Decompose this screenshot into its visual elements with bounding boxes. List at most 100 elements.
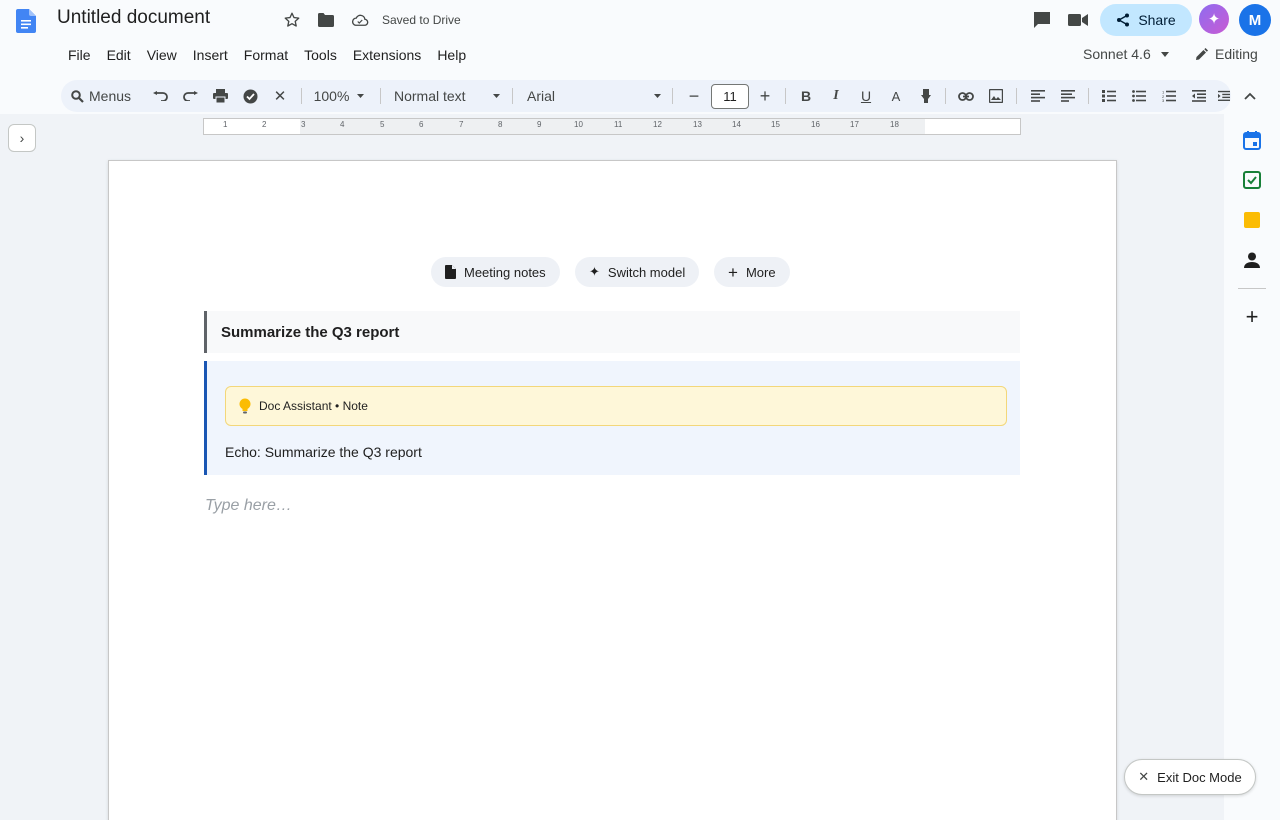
toolbar-divider xyxy=(512,88,513,104)
ruler-margin-area xyxy=(300,119,925,134)
ruler-number: 10 xyxy=(574,120,583,129)
gemini-sparkle-icon[interactable]: ✦ xyxy=(1199,4,1229,34)
print-icon[interactable] xyxy=(209,80,231,112)
bulleted-list-icon[interactable] xyxy=(1128,80,1150,112)
search-menus-button[interactable]: Menus xyxy=(71,80,139,112)
undo-icon[interactable] xyxy=(149,80,171,112)
more-chip[interactable]: + More xyxy=(714,257,790,287)
ruler-number: 15 xyxy=(771,120,780,129)
contacts-icon[interactable] xyxy=(1240,248,1264,272)
ruler-number: 16 xyxy=(811,120,820,129)
saved-status: Saved to Drive xyxy=(382,13,461,27)
menu-edit[interactable]: Edit xyxy=(99,44,139,66)
prompt-text: Summarize the Q3 report xyxy=(221,323,400,341)
toolbar-divider xyxy=(1088,88,1089,104)
meet-video-icon[interactable] xyxy=(1066,8,1090,32)
editing-mode-button[interactable]: Editing xyxy=(1196,46,1258,62)
line-spacing-icon[interactable] xyxy=(1057,80,1079,112)
menu-bar: File Edit View Insert Format Tools Exten… xyxy=(60,44,474,66)
model-selector[interactable]: Sonnet 4.6 xyxy=(1083,46,1169,62)
menu-extensions[interactable]: Extensions xyxy=(345,44,429,66)
increase-font-size-icon[interactable]: + xyxy=(754,80,776,112)
font-family-select[interactable]: Arial xyxy=(527,80,661,112)
input-placeholder[interactable]: Type here… xyxy=(205,497,292,515)
zoom-select[interactable]: 100% xyxy=(309,80,369,112)
assistant-reply-block: Doc Assistant • Note Echo: Summarize the… xyxy=(204,361,1020,475)
share-button[interactable]: Share xyxy=(1100,4,1192,36)
text-color-icon[interactable]: A xyxy=(885,80,907,112)
font-family-value: Arial xyxy=(527,88,556,104)
docs-logo-icon[interactable] xyxy=(16,9,36,33)
switch-model-chip[interactable]: ✦ Switch model xyxy=(575,257,700,287)
redo-icon[interactable] xyxy=(179,80,201,112)
plus-icon: + xyxy=(728,262,738,282)
share-icon xyxy=(1117,13,1130,27)
exit-doc-mode-button[interactable]: ✕ Exit Doc Mode xyxy=(1124,759,1256,795)
caret-down-icon xyxy=(357,94,365,98)
font-size-input[interactable]: 11 xyxy=(711,84,749,109)
menu-tools[interactable]: Tools xyxy=(296,44,345,66)
bold-icon[interactable]: B xyxy=(795,80,817,112)
tasks-icon[interactable] xyxy=(1240,168,1264,192)
menu-view[interactable]: View xyxy=(139,44,185,66)
insert-link-icon[interactable] xyxy=(955,80,977,112)
toolbar-divider xyxy=(945,88,946,104)
note-label: Doc Assistant • Note xyxy=(259,399,368,413)
horizontal-ruler[interactable]: 1 2 3 4 5 6 7 8 9 10 11 12 13 14 15 16 1… xyxy=(203,118,1021,135)
toolbar-divider xyxy=(672,88,673,104)
document-title[interactable]: Untitled document xyxy=(57,7,210,29)
menu-insert[interactable]: Insert xyxy=(185,44,236,66)
ruler-number: 17 xyxy=(850,120,859,129)
decrease-indent-icon[interactable] xyxy=(1188,80,1210,112)
side-panel-divider xyxy=(1238,288,1266,289)
ruler-number: 5 xyxy=(380,120,385,129)
caret-down-icon xyxy=(493,94,500,98)
reply-text: Echo: Summarize the Q3 report xyxy=(225,444,422,460)
svg-text:3: 3 xyxy=(1162,98,1165,102)
align-left-icon[interactable] xyxy=(1027,80,1049,112)
calendar-icon[interactable] xyxy=(1240,128,1264,152)
ruler-number: 18 xyxy=(890,120,899,129)
comments-icon[interactable] xyxy=(1030,8,1054,32)
clear-formatting-icon[interactable]: ✕ xyxy=(269,80,291,112)
editing-label: Editing xyxy=(1215,46,1258,62)
highlight-pen-icon[interactable] xyxy=(915,80,937,112)
add-addon-plus-icon[interactable]: + xyxy=(1240,304,1264,329)
more-label: More xyxy=(745,264,776,280)
exit-doc-mode-label: Exit Doc Mode xyxy=(1157,769,1242,785)
menu-file[interactable]: File xyxy=(60,44,99,66)
menu-format[interactable]: Format xyxy=(236,44,296,66)
cloud-saved-icon[interactable] xyxy=(350,10,370,30)
ruler-number: 2 xyxy=(262,120,267,129)
search-icon xyxy=(71,89,84,103)
collapse-menus-chevron-up-icon[interactable] xyxy=(1240,86,1260,106)
meeting-notes-chip[interactable]: Meeting notes xyxy=(431,257,560,287)
avatar[interactable]: M xyxy=(1239,4,1271,36)
ruler-number: 3 xyxy=(301,120,306,129)
folder-icon[interactable] xyxy=(316,10,336,30)
outline-toggle-chevron-right-icon[interactable]: › xyxy=(8,124,36,152)
decrease-font-size-icon[interactable]: − xyxy=(683,80,705,112)
ruler-number: 1 xyxy=(223,120,228,129)
checklist-icon[interactable] xyxy=(1098,80,1120,112)
zoom-value: 100% xyxy=(313,88,350,104)
user-prompt-block: Summarize the Q3 report xyxy=(204,311,1020,353)
ruler-number: 6 xyxy=(419,120,424,129)
italic-icon[interactable]: I xyxy=(825,80,847,112)
spellcheck-icon[interactable] xyxy=(239,80,261,112)
toolbar-divider xyxy=(301,88,302,104)
paragraph-style-value: Normal text xyxy=(394,88,466,104)
document-icon xyxy=(445,265,456,279)
star-icon[interactable] xyxy=(282,10,302,30)
paragraph-style-select[interactable]: Normal text xyxy=(394,80,500,112)
ruler-number: 12 xyxy=(653,120,662,129)
meeting-notes-label: Meeting notes xyxy=(464,264,546,280)
assistant-note-banner: Doc Assistant • Note xyxy=(225,386,1007,426)
numbered-list-icon[interactable]: 123 xyxy=(1158,80,1180,112)
underline-icon[interactable]: U xyxy=(855,80,877,112)
close-icon: ✕ xyxy=(1138,769,1150,784)
menu-help[interactable]: Help xyxy=(429,44,474,66)
increase-indent-icon[interactable] xyxy=(1218,80,1230,112)
insert-image-icon[interactable] xyxy=(985,80,1007,112)
keep-notes-icon[interactable] xyxy=(1240,208,1264,232)
